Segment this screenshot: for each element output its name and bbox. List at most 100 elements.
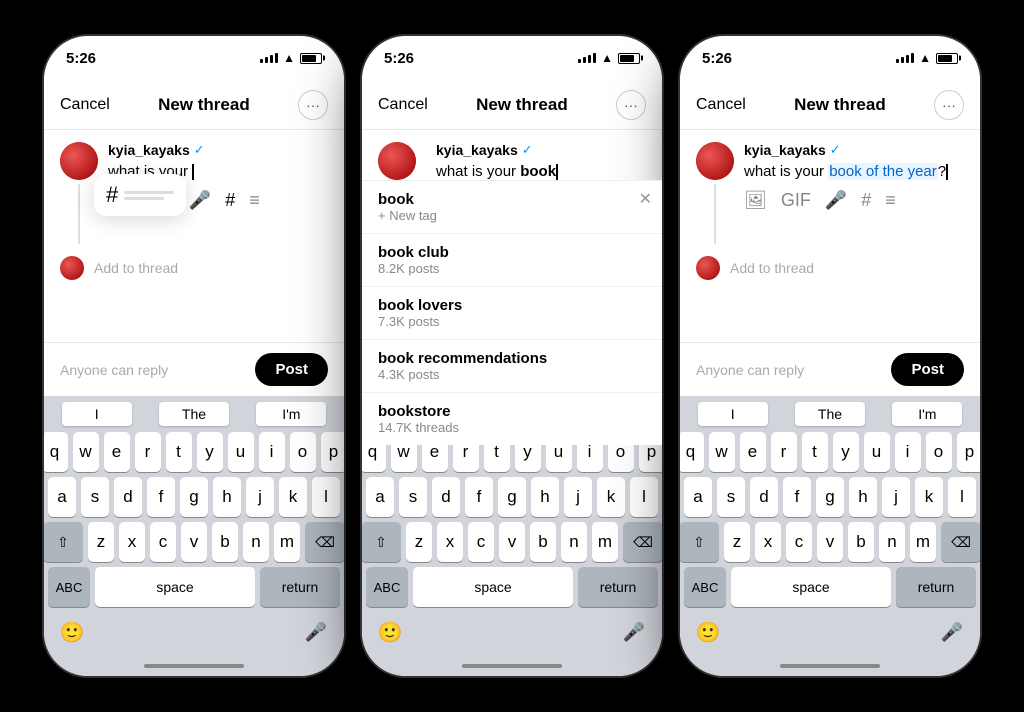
key-l-2[interactable]: l (630, 477, 658, 517)
key-l-1[interactable]: l (312, 477, 340, 517)
key-t-3[interactable]: t (802, 432, 828, 472)
key-m-2[interactable]: m (592, 522, 618, 562)
key-k-3[interactable]: k (915, 477, 943, 517)
key-d-1[interactable]: d (114, 477, 142, 517)
key-p-3[interactable]: p (957, 432, 981, 472)
key-i-1[interactable]: i (259, 432, 285, 472)
ac-item-bookrec-2[interactable]: book recommendations 4.3K posts (362, 340, 662, 393)
ac-item-bookclub-2[interactable]: book club 8.2K posts (362, 234, 662, 287)
key-y-3[interactable]: y (833, 432, 859, 472)
key-return-2[interactable]: return (578, 567, 658, 607)
suggestion-im-1[interactable]: I'm (256, 402, 326, 426)
hashtag-icon-1[interactable]: # (225, 190, 235, 211)
key-j-1[interactable]: j (246, 477, 274, 517)
key-k-2[interactable]: k (597, 477, 625, 517)
ac-item-book-2[interactable]: book + New tag (362, 181, 662, 234)
key-g-3[interactable]: g (816, 477, 844, 517)
cancel-button-1[interactable]: Cancel (60, 96, 110, 114)
key-e-3[interactable]: e (740, 432, 766, 472)
emoji-key-2[interactable]: 🙂 (370, 614, 410, 650)
key-n-2[interactable]: n (561, 522, 587, 562)
suggestion-the-3[interactable]: The (795, 402, 865, 426)
add-thread-text-1[interactable]: Add to thread (94, 260, 178, 276)
key-w-3[interactable]: w (709, 432, 735, 472)
key-space-1[interactable]: space (95, 567, 255, 607)
key-v-1[interactable]: v (181, 522, 207, 562)
key-c-1[interactable]: c (150, 522, 176, 562)
key-m-1[interactable]: m (274, 522, 300, 562)
key-u-3[interactable]: u (864, 432, 890, 472)
ac-item-bookstore-2[interactable]: bookstore 14.7K threads (362, 393, 662, 445)
key-j-3[interactable]: j (882, 477, 910, 517)
key-k-1[interactable]: k (279, 477, 307, 517)
key-h-3[interactable]: h (849, 477, 877, 517)
more-button-2[interactable]: ··· (616, 90, 646, 120)
key-return-3[interactable]: return (896, 567, 976, 607)
key-s-1[interactable]: s (81, 477, 109, 517)
post-button-3[interactable]: Post (891, 353, 964, 386)
key-t-1[interactable]: t (166, 432, 192, 472)
list-icon-1[interactable]: ≡ (249, 190, 260, 211)
key-q-3[interactable]: q (680, 432, 704, 472)
key-n-3[interactable]: n (879, 522, 905, 562)
suggestion-im-3[interactable]: I'm (892, 402, 962, 426)
key-backspace-1[interactable]: ⌫ (305, 522, 344, 562)
hashtag-icon-3[interactable]: # (861, 190, 871, 211)
key-a-3[interactable]: a (684, 477, 712, 517)
key-u-1[interactable]: u (228, 432, 254, 472)
key-s-2[interactable]: s (399, 477, 427, 517)
key-c-2[interactable]: c (468, 522, 494, 562)
gif-icon-3[interactable]: GIF (781, 190, 811, 211)
emoji-key-1[interactable]: 🙂 (52, 614, 92, 650)
key-v-2[interactable]: v (499, 522, 525, 562)
autocomplete-close-2[interactable]: ✕ (639, 189, 652, 209)
mic-icon-3[interactable]: 🎤 (825, 190, 847, 211)
ac-item-booklovers-2[interactable]: book lovers 7.3K posts (362, 287, 662, 340)
more-button-1[interactable]: ··· (298, 90, 328, 120)
key-shift-1[interactable]: ⇧ (44, 522, 83, 562)
key-b-3[interactable]: b (848, 522, 874, 562)
key-x-1[interactable]: x (119, 522, 145, 562)
key-h-1[interactable]: h (213, 477, 241, 517)
key-s-3[interactable]: s (717, 477, 745, 517)
more-button-3[interactable]: ··· (934, 90, 964, 120)
key-z-3[interactable]: z (724, 522, 750, 562)
suggestion-i-1[interactable]: I (62, 402, 132, 426)
post-text-3[interactable]: what is your book of the year? (744, 161, 964, 182)
key-z-2[interactable]: z (406, 522, 432, 562)
key-d-2[interactable]: d (432, 477, 460, 517)
key-m-3[interactable]: m (910, 522, 936, 562)
emoji-key-3[interactable]: 🙂 (688, 614, 728, 650)
list-icon-3[interactable]: ≡ (885, 190, 896, 211)
key-h-2[interactable]: h (531, 477, 559, 517)
image-icon-3[interactable]: 🖼 (744, 190, 767, 211)
key-i-3[interactable]: i (895, 432, 921, 472)
mic-key-3[interactable]: 🎤 (932, 614, 972, 650)
key-f-3[interactable]: f (783, 477, 811, 517)
add-thread-text-3[interactable]: Add to thread (730, 260, 814, 276)
key-space-3[interactable]: space (731, 567, 891, 607)
mic-key-2[interactable]: 🎤 (614, 614, 654, 650)
key-g-1[interactable]: g (180, 477, 208, 517)
key-g-2[interactable]: g (498, 477, 526, 517)
key-w-1[interactable]: w (73, 432, 99, 472)
key-space-2[interactable]: space (413, 567, 573, 607)
key-shift-3[interactable]: ⇧ (680, 522, 719, 562)
key-q-1[interactable]: q (44, 432, 68, 472)
key-l-3[interactable]: l (948, 477, 976, 517)
key-c-3[interactable]: c (786, 522, 812, 562)
key-f-1[interactable]: f (147, 477, 175, 517)
key-d-3[interactable]: d (750, 477, 778, 517)
key-b-2[interactable]: b (530, 522, 556, 562)
key-a-1[interactable]: a (48, 477, 76, 517)
key-abc-3[interactable]: ABC (684, 567, 726, 607)
key-y-1[interactable]: y (197, 432, 223, 472)
key-j-2[interactable]: j (564, 477, 592, 517)
key-n-1[interactable]: n (243, 522, 269, 562)
key-backspace-3[interactable]: ⌫ (941, 522, 980, 562)
cancel-button-2[interactable]: Cancel (378, 96, 428, 114)
key-o-1[interactable]: o (290, 432, 316, 472)
post-text-2[interactable]: what is your book (436, 161, 646, 182)
key-e-1[interactable]: e (104, 432, 130, 472)
key-v-3[interactable]: v (817, 522, 843, 562)
